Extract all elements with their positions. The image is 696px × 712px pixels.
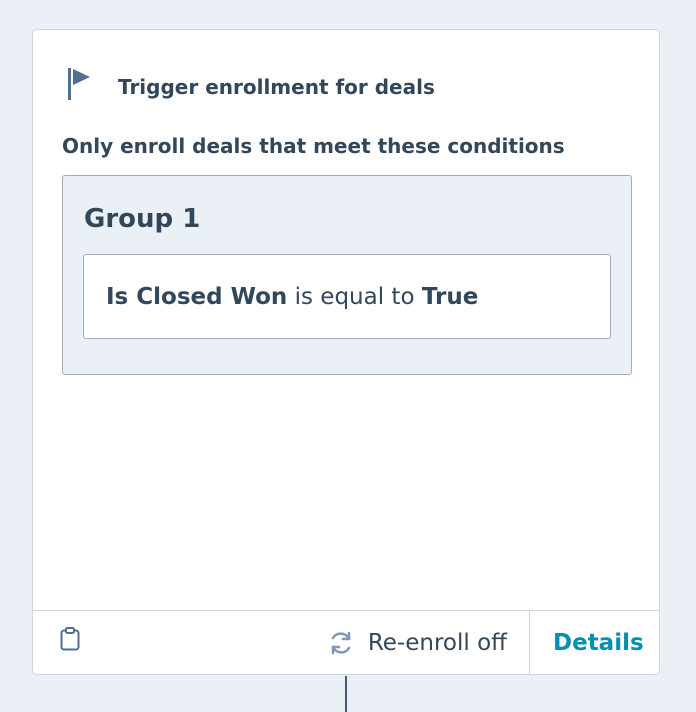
condition-group: Group 1 Is Closed Won is equal to True [62,175,632,375]
flag-icon [68,68,90,100]
conditions-label: Only enroll deals that meet these condit… [62,134,565,158]
trigger-header [68,68,92,100]
condition-filter[interactable]: Is Closed Won is equal to True [83,254,611,339]
workflow-connector-line [345,676,347,712]
refresh-icon [331,631,351,655]
group-title: Group 1 [84,204,201,234]
enrollment-trigger-card[interactable]: Trigger enrollment for deals Only enroll… [32,29,660,675]
clipboard-icon[interactable] [60,627,80,651]
details-button[interactable]: Details [553,630,644,656]
reenroll-label: Re-enroll off [367,630,507,656]
condition-property: Is Closed Won [106,283,288,310]
condition-value: True [421,283,479,310]
footer-divider [529,611,530,675]
card-footer: Re-enroll off Details [33,610,659,675]
trigger-title: Trigger enrollment for deals [118,75,435,99]
condition-operator: is equal to [294,283,415,310]
reenroll-toggle[interactable]: Re-enroll off [328,630,507,656]
